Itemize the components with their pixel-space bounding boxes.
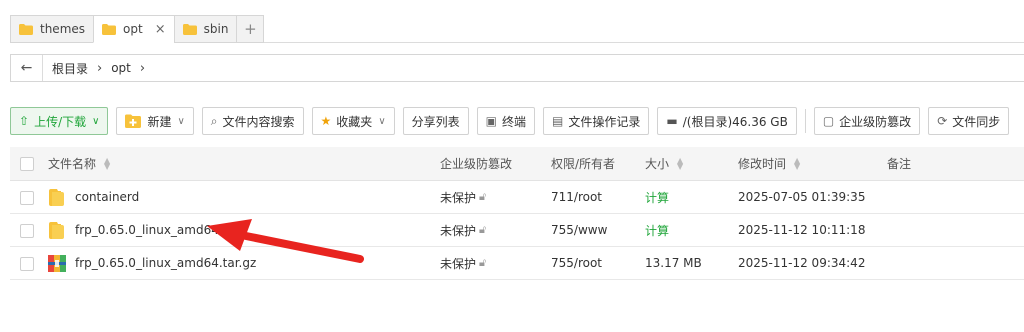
- chevron-down-icon: ∨: [92, 115, 100, 127]
- chevron-down-icon: ∨: [177, 115, 185, 127]
- calc-size-link[interactable]: 计算: [645, 189, 669, 206]
- back-arrow-icon[interactable]: ←: [11, 55, 43, 81]
- button-label: 文件内容搜索: [222, 114, 295, 129]
- sort-icon: ▲ ▼: [104, 155, 111, 171]
- header-protection: 企业级防篡改: [440, 157, 513, 171]
- toolbar: ⇧ 上传/下载 ∨ 新建 ∨ ⌕ 文件内容搜索 ★ 收藏夹 ∨ 分享列表 ▣ 终…: [10, 106, 1017, 136]
- row-checkbox[interactable]: [20, 191, 34, 205]
- toolbar-divider: [804, 109, 806, 133]
- button-label: 收藏夹: [336, 114, 373, 129]
- document-icon: ▤: [552, 114, 564, 128]
- mtime-cell: 2025-11-12 10:11:18: [738, 223, 866, 237]
- archive-icon: [48, 254, 66, 272]
- button-label: 文件操作记录: [568, 114, 641, 129]
- upload-download-button[interactable]: ⇧ 上传/下载 ∨: [10, 107, 109, 135]
- breadcrumb-root[interactable]: 根目录: [52, 60, 88, 77]
- chevron-right-icon: ›: [97, 60, 103, 76]
- terminal-button[interactable]: ▣ 终端: [476, 107, 536, 135]
- header-note: 备注: [887, 157, 912, 171]
- tab-label: opt: [123, 22, 143, 36]
- content-search-button[interactable]: ⌕ 文件内容搜索: [201, 107, 304, 135]
- header-permission: 权限/所有者: [551, 157, 616, 171]
- calc-size-link[interactable]: 计算: [645, 222, 669, 239]
- file-name[interactable]: containerd: [75, 190, 139, 204]
- file-name-cell[interactable]: frp_0.65.0_linux_amd64: [48, 221, 219, 239]
- tab-sbin[interactable]: sbin: [173, 15, 237, 43]
- folder-icon: [49, 188, 64, 206]
- unlock-icon: 🔓︎: [479, 256, 487, 269]
- sync-icon: ⟳: [937, 114, 948, 128]
- button-label: 分享列表: [411, 114, 460, 129]
- button-label: /(根目录)46.36 GB: [682, 114, 788, 129]
- chevron-down-icon: ∨: [378, 115, 386, 127]
- breadcrumb: ← 根目录 › opt ›: [10, 54, 1024, 82]
- folder-icon: [102, 23, 117, 35]
- row-checkbox[interactable]: [20, 224, 34, 238]
- table-row[interactable]: frp_0.65.0_linux_amd64 未保护 🔓︎ 755/www 计算 …: [10, 214, 1024, 247]
- new-folder-icon: [125, 114, 142, 128]
- disk-button[interactable]: ▬ /(根目录)46.36 GB: [657, 107, 797, 135]
- close-icon[interactable]: ×: [155, 22, 166, 37]
- sort-icon: ▲ ▼: [794, 155, 801, 171]
- row-checkbox[interactable]: [20, 257, 34, 271]
- folder-icon: [19, 23, 33, 35]
- file-sync-button[interactable]: ⟳ 文件同步: [928, 107, 1010, 135]
- table-row[interactable]: containerd 未保护 🔓︎ 711/root 计算 2025-07-05 …: [10, 181, 1024, 214]
- favorites-button[interactable]: ★ 收藏夹 ∨: [311, 107, 395, 135]
- tab-bar: themes opt × sbin +: [10, 15, 265, 43]
- unlock-icon: 🔓︎: [479, 223, 487, 236]
- sort-icon: ▲ ▼: [677, 155, 684, 171]
- tab-themes[interactable]: themes: [10, 15, 94, 43]
- share-list-button[interactable]: 分享列表: [402, 107, 469, 135]
- table-header: 文件名称 ▲ ▼ 企业级防篡改 权限/所有者 大小 ▲ ▼ 修改时间 ▲ ▼ 备注: [10, 147, 1024, 181]
- protection-cell[interactable]: 未保护 🔓︎: [440, 222, 486, 239]
- permission-cell[interactable]: 755/root: [551, 256, 602, 270]
- shield-icon: ▢: [822, 114, 835, 128]
- folder-icon: [49, 221, 64, 239]
- tab-label: themes: [40, 22, 86, 36]
- search-icon: ⌕: [210, 113, 218, 128]
- button-label: 企业级防篡改: [839, 114, 912, 129]
- size-cell: 13.17 MB: [645, 256, 702, 270]
- chevron-right-icon[interactable]: ›: [140, 61, 145, 76]
- file-name[interactable]: frp_0.65.0_linux_amd64.tar.gz: [75, 256, 256, 270]
- permission-cell[interactable]: 755/www: [551, 223, 607, 237]
- header-mtime[interactable]: 修改时间 ▲ ▼: [738, 155, 800, 172]
- tab-opt[interactable]: opt ×: [93, 15, 174, 43]
- unlock-icon: 🔓︎: [479, 190, 487, 203]
- header-size[interactable]: 大小 ▲ ▼: [645, 155, 683, 172]
- disk-icon: ▬: [666, 114, 678, 128]
- file-name-cell[interactable]: frp_0.65.0_linux_amd64.tar.gz: [48, 254, 256, 272]
- mtime-cell: 2025-07-05 01:39:35: [738, 190, 866, 204]
- tamper-protection-button[interactable]: ▢ 企业级防篡改: [813, 107, 921, 135]
- header-name[interactable]: 文件名称 ▲ ▼: [48, 155, 110, 172]
- file-log-button[interactable]: ▤ 文件操作记录: [543, 107, 650, 135]
- protection-cell[interactable]: 未保护 🔓︎: [440, 255, 486, 272]
- new-button[interactable]: 新建 ∨: [116, 107, 194, 135]
- select-all-checkbox[interactable]: [20, 157, 34, 171]
- button-label: 终端: [502, 114, 527, 129]
- button-label: 新建: [147, 114, 172, 129]
- button-label: 文件同步: [952, 114, 1001, 129]
- star-icon: ★: [320, 114, 332, 128]
- folder-icon: [182, 23, 197, 35]
- tab-label: sbin: [203, 22, 229, 36]
- breadcrumb-opt[interactable]: opt: [111, 61, 131, 75]
- file-name-cell[interactable]: containerd: [48, 188, 139, 206]
- upload-icon: ⇧: [19, 114, 30, 128]
- terminal-icon: ▣: [485, 114, 497, 128]
- table-row[interactable]: frp_0.65.0_linux_amd64.tar.gz 未保护 🔓︎ 755/…: [10, 247, 1024, 280]
- file-table: 文件名称 ▲ ▼ 企业级防篡改 权限/所有者 大小 ▲ ▼ 修改时间 ▲ ▼ 备注 c…: [10, 147, 1024, 280]
- add-tab-button[interactable]: +: [236, 15, 265, 43]
- protection-cell[interactable]: 未保护 🔓︎: [440, 189, 486, 206]
- file-name[interactable]: frp_0.65.0_linux_amd64: [75, 223, 219, 237]
- permission-cell[interactable]: 711/root: [551, 190, 602, 204]
- mtime-cell: 2025-11-12 09:34:42: [738, 256, 866, 270]
- button-label: 上传/下载: [34, 114, 87, 129]
